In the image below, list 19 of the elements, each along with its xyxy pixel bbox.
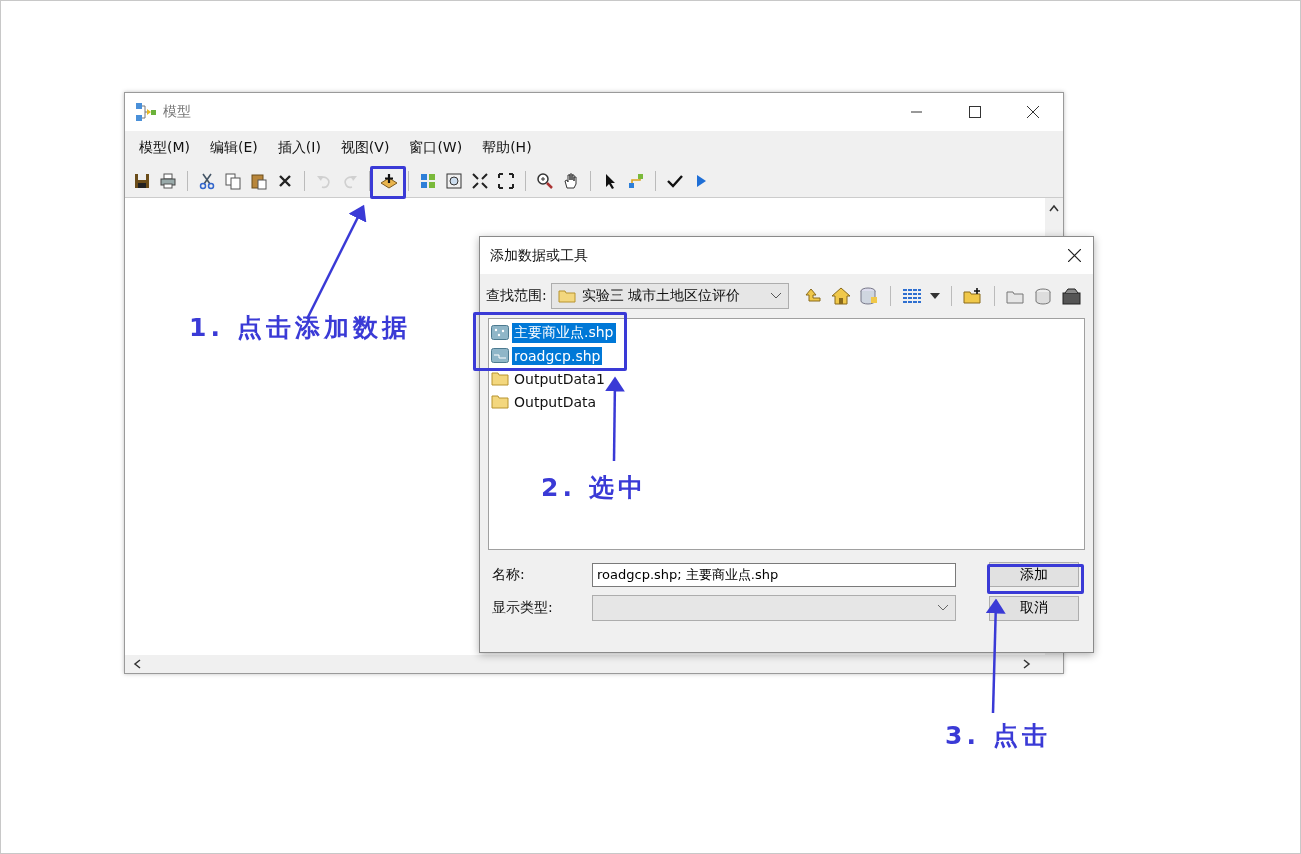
file-item[interactable]: OutputData1: [491, 367, 607, 390]
cancel-button[interactable]: 取消: [989, 595, 1079, 621]
annotation-text: 3. 点击: [945, 720, 1051, 752]
annotation-text: 2. 选中: [541, 472, 647, 504]
menu-item[interactable]: 帮助(H): [482, 139, 532, 157]
file-item[interactable]: OutputData: [491, 390, 599, 413]
menu-item[interactable]: 窗口(W): [409, 139, 463, 157]
menu-item[interactable]: 编辑(E): [210, 139, 258, 157]
show-type-label: 显示类型:: [492, 599, 554, 617]
menu-item[interactable]: 视图(V): [340, 139, 390, 157]
annotation-text: 1. 点击添加数据: [189, 312, 411, 344]
dialog-title: 添加数据或工具: [490, 246, 588, 265]
window-title: 模型: [163, 103, 191, 121]
name-field[interactable]: roadgcp.shp; 主要商业点.shp: [592, 562, 956, 587]
look-in-dropdown[interactable]: 实验三 城市土地区位评价: [550, 283, 789, 309]
name-label: 名称:: [492, 565, 526, 584]
menu-item[interactable]: 模型(M): [139, 139, 190, 157]
menu-item[interactable]: 插入(I): [277, 139, 321, 157]
look-in-label: 查找范围:: [486, 287, 547, 305]
